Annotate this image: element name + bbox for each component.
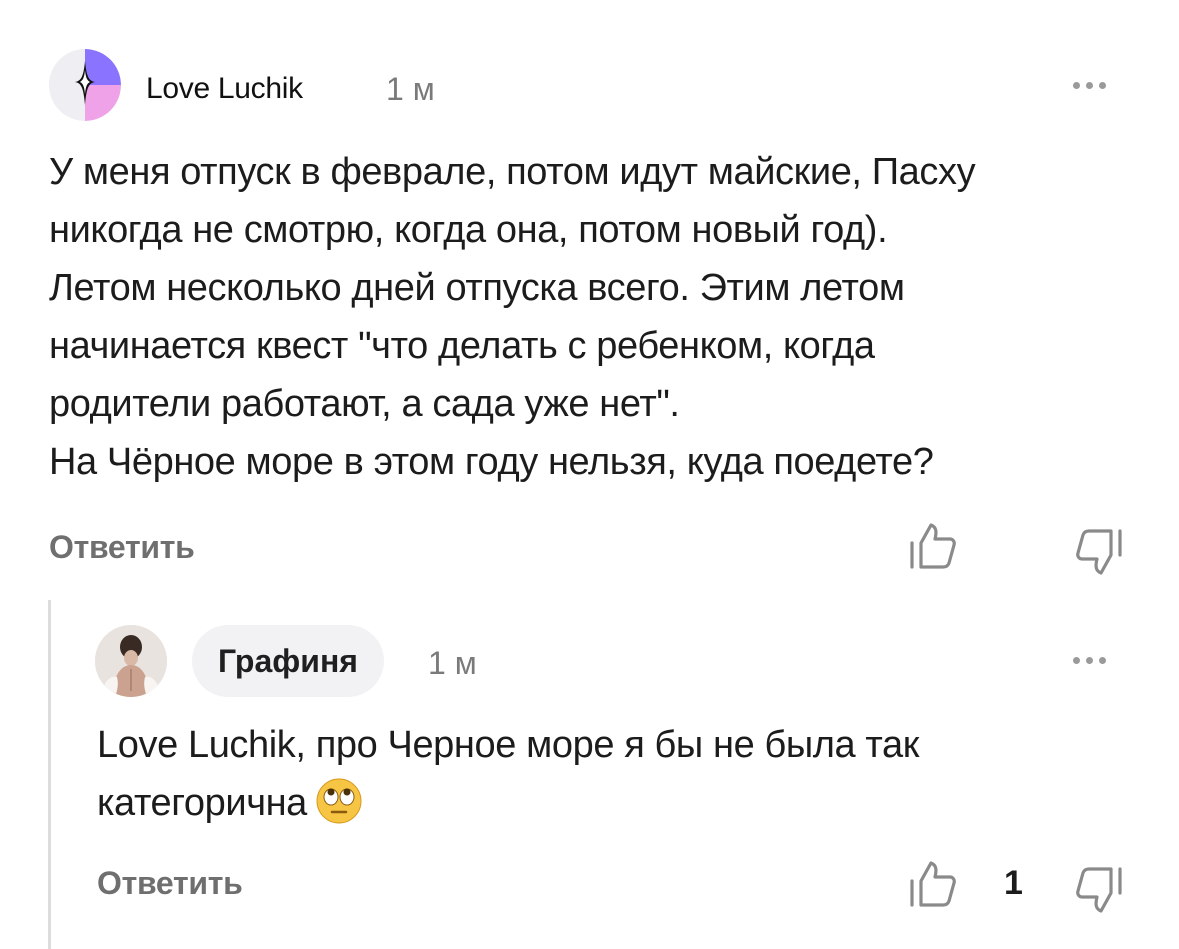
thumbs-down-icon	[1076, 529, 1122, 575]
photo-avatar-icon	[95, 625, 167, 697]
comment-line: У меня отпуск в феврале, потом идут майс…	[49, 151, 976, 193]
sparkle-avatar-icon	[49, 49, 121, 121]
comment-line: никогда не смотрю, когда она, потом новы…	[49, 209, 888, 251]
reply-like-button[interactable]	[907, 857, 957, 913]
comment-line: начинается квест "что делать с ребенком,…	[49, 325, 875, 367]
comment-time: 1 м	[386, 71, 435, 107]
comment-line: На Чёрное море в этом году нельзя, куда …	[49, 441, 934, 483]
reply-line: Love Luchik, про Черное море я бы не был…	[97, 724, 919, 766]
dot-icon	[1086, 657, 1093, 664]
thumbs-up-icon	[910, 523, 956, 569]
dot-icon	[1073, 82, 1080, 89]
dot-icon	[1086, 82, 1093, 89]
reply-line-text: категорична	[97, 782, 307, 824]
reply-author-avatar[interactable]	[95, 625, 167, 697]
more-options-button[interactable]	[1073, 82, 1106, 89]
reply-line: категорична	[97, 774, 919, 832]
dot-icon	[1099, 82, 1106, 89]
reply-time: 1 м	[428, 645, 477, 681]
dot-icon	[1073, 657, 1080, 664]
dislike-button[interactable]	[1075, 523, 1125, 579]
reply-reply-button[interactable]: Ответить	[97, 865, 243, 902]
comment: Love Luchik 1 м У меня отпуск в феврале,…	[0, 0, 1179, 600]
reply-button[interactable]: Ответить	[49, 529, 195, 566]
face-with-rolling-eyes-icon	[316, 778, 362, 824]
reply-text: Love Luchik, про Черное море я бы не был…	[97, 716, 919, 832]
author-avatar[interactable]	[49, 49, 121, 121]
author-name[interactable]: Love Luchik	[146, 72, 303, 106]
dot-icon	[1099, 657, 1106, 664]
comment-line: родители работают, а сада уже нет".	[49, 383, 680, 425]
reply-more-options-button[interactable]	[1073, 657, 1106, 664]
comment-line: Летом несколько дней отпуска всего. Этим…	[49, 267, 905, 309]
like-button[interactable]	[907, 519, 957, 575]
reply-author-name[interactable]: Графиня	[192, 625, 384, 697]
thumbs-up-icon	[910, 861, 956, 907]
thumbs-down-icon	[1076, 867, 1122, 913]
like-count: 1	[1004, 864, 1023, 902]
comment-text: У меня отпуск в феврале, потом идут майс…	[49, 143, 976, 491]
reply-dislike-button[interactable]	[1075, 861, 1125, 917]
